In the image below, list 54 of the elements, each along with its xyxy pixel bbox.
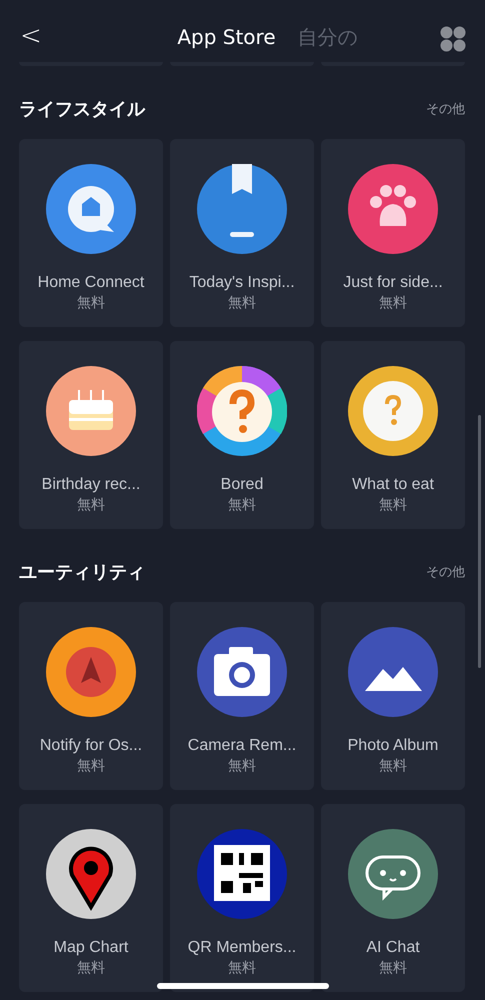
app-price: 無料 [379, 294, 407, 312]
app-card[interactable]: Today's Inspi... 無料 [170, 139, 314, 327]
app-name: Just for side... [343, 273, 443, 293]
paw-icon [348, 164, 438, 254]
app-name: Map Chart [54, 938, 128, 958]
app-name: Today's Inspi... [189, 273, 295, 293]
mountain-icon [348, 627, 438, 717]
app-name: Notify for Os... [40, 736, 142, 756]
app-name: Home Connect [38, 273, 144, 293]
app-card[interactable]: Just for side... 無料 [321, 139, 465, 327]
app-card[interactable]: Home Connect 無料 [19, 139, 163, 327]
app-card[interactable]: Notify for Os... 無料 [19, 602, 163, 790]
camera-icon [197, 627, 287, 717]
app-card[interactable]: Camera Rem... 無料 [170, 602, 314, 790]
grid-icon[interactable] [440, 26, 466, 52]
app-price: 無料 [228, 496, 256, 514]
app-name: QR Members... [188, 938, 296, 958]
app-price: 無料 [77, 959, 105, 977]
app-card[interactable]: Photo Album 無料 [321, 602, 465, 790]
app-card[interactable]: AI Chat 無料 [321, 804, 465, 992]
app-card[interactable]: What to eat 無料 [321, 341, 465, 529]
app-card[interactable]: Birthday rec... 無料 [19, 341, 163, 529]
app-price: 無料 [228, 959, 256, 977]
bookmark-icon [197, 164, 287, 254]
app-price: 無料 [77, 496, 105, 514]
app-price: 無料 [228, 757, 256, 775]
app-name: Photo Album [348, 736, 438, 756]
section-title: ライフスタイル [19, 98, 145, 121]
back-button[interactable]: < [14, 22, 48, 50]
qr-code-icon [197, 829, 287, 919]
app-card[interactable]: Bored 無料 [170, 341, 314, 529]
app-name: AI Chat [366, 938, 420, 958]
chat-bot-icon [348, 829, 438, 919]
app-card[interactable]: Map Chart 無料 [19, 804, 163, 992]
section-title: ユーティリティ [19, 561, 145, 584]
question-wheel-icon [197, 366, 287, 456]
map-pin-icon [46, 829, 136, 919]
app-price: 無料 [228, 294, 256, 312]
app-price: 無料 [379, 757, 407, 775]
app-price: 無料 [77, 294, 105, 312]
chat-house-icon [46, 164, 136, 254]
app-card[interactable]: QR Members... 無料 [170, 804, 314, 992]
question-plate-icon [348, 366, 438, 456]
app-price: 無料 [379, 959, 407, 977]
more-link[interactable]: その他 [426, 100, 465, 118]
app-name: Camera Rem... [188, 736, 296, 756]
app-name: Bored [220, 475, 264, 495]
more-link[interactable]: その他 [426, 563, 465, 581]
app-price: 無料 [379, 496, 407, 514]
app-name: What to eat [352, 475, 434, 495]
app-name: Birthday rec... [42, 475, 140, 495]
app-price: 無料 [77, 757, 105, 775]
cake-icon [46, 366, 136, 456]
tab[interactable]: App Store [177, 24, 276, 50]
